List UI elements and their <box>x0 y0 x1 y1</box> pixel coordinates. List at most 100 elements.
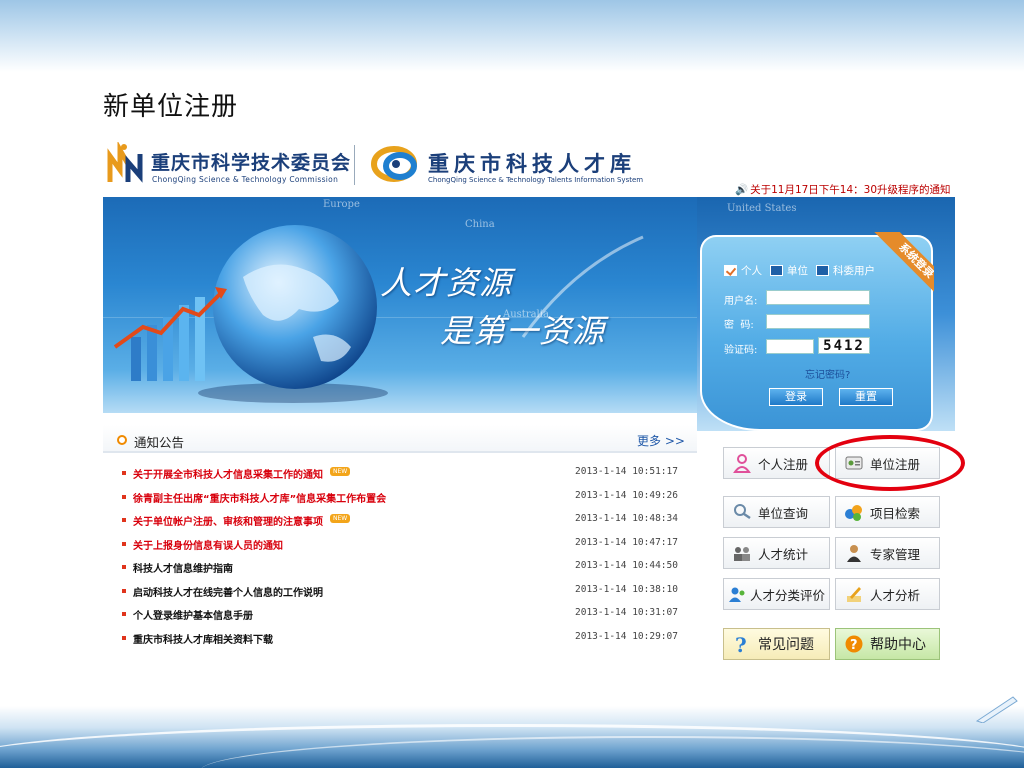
password-label: 密 码: <box>724 320 754 331</box>
notice-item-date: 2013-1-14 10:51:17 <box>575 466 678 477</box>
captcha-label: 验证码: <box>724 345 758 356</box>
talent-analysis-button[interactable]: 人才分析 <box>835 578 940 610</box>
map-label-europe: Europe <box>323 199 360 210</box>
captcha-input[interactable] <box>766 339 814 354</box>
slide-title: 新单位注册 <box>103 92 239 122</box>
password-input[interactable] <box>766 314 870 329</box>
user-type-options: 个人 单位 科委用户 <box>724 263 883 278</box>
expert-manage-button[interactable]: 专家管理 <box>835 537 940 569</box>
login-button[interactable]: 登录 <box>769 388 823 406</box>
question-icon: ? <box>732 633 752 657</box>
commission-name: 重庆市科学技术委员会 <box>151 152 352 174</box>
reset-button[interactable]: 重置 <box>839 388 893 406</box>
commission-logo-icon <box>107 142 143 183</box>
notice-item-date: 2013-1-14 10:44:50 <box>575 560 678 571</box>
commission-name-en: ChongQing Science & Technology Commissio… <box>152 175 339 184</box>
notice-item-date: 2013-1-14 10:29:07 <box>575 630 678 642</box>
talent-db-logo: 重庆市科技人才库 ChongQing Science & Technology … <box>370 142 644 188</box>
notice-item-title[interactable]: 重庆市科技人才库相关资料下载 <box>133 631 273 646</box>
svg-text:?: ? <box>735 634 747 654</box>
cubes-icon <box>844 502 864 522</box>
new-badge: NEW <box>330 467 351 476</box>
notice-item-title[interactable]: 个人登录维护基本信息手册 <box>133 607 253 622</box>
personal-register-label: 个人注册 <box>758 456 809 472</box>
highlight-ellipse <box>815 435 965 491</box>
banner: Europe China Australia <box>103 197 697 413</box>
notice-item[interactable]: 徐青副主任出席“重庆市科技人才库”信息采集工作布置会 2013-1-14 10:4… <box>117 489 678 513</box>
notice-panel: 通知公告 更多 >> 关于开展全市科技人才信息采集工作的通知 NEW 2013-1-… <box>103 425 697 655</box>
notice-title: 通知公告 <box>134 435 185 450</box>
checkbox-commission-user[interactable] <box>816 265 829 276</box>
notice-item[interactable]: 启动科技人才在线完善个人信息的工作说明 2013-1-14 10:38:10 <box>117 583 678 607</box>
pen-icon <box>975 696 1018 723</box>
upgrade-notice-link[interactable]: 🔊 关于11月17日下午14：30升级程序的通知 <box>735 182 951 197</box>
notice-item[interactable]: 关于单位帐户注册、审核和管理的注意事项 NEW 2013-1-14 10:48:34 <box>117 512 678 536</box>
notice-item[interactable]: 关于开展全市科技人才信息采集工作的通知 NEW 2013-1-14 10:51:17 <box>117 465 678 489</box>
talent-db-logo-icon <box>371 146 417 182</box>
svg-text:?: ? <box>850 638 858 653</box>
talent-analysis-label: 人才分析 <box>870 587 921 603</box>
talent-db-name-en: ChongQing Science & Technology Talents I… <box>428 176 644 184</box>
speaker-icon: 🔊 <box>735 184 749 196</box>
captcha-image[interactable]: 5412 <box>818 337 870 354</box>
username-input[interactable] <box>766 290 870 305</box>
commission-logo: 重庆市科学技术委员会 ChongQing Science & Technolog… <box>106 142 350 188</box>
notice-item-date: 2013-1-14 10:38:10 <box>575 583 678 595</box>
help-center-label: 帮助中心 <box>870 637 926 653</box>
help-icon: ? <box>844 634 864 654</box>
person-icon <box>732 453 752 473</box>
notice-more-link[interactable]: 更多 >> <box>637 432 685 449</box>
notice-item[interactable]: 个人登录维护基本信息手册 2013-1-14 10:31:07 <box>117 606 678 630</box>
magnifier-icon <box>732 502 752 522</box>
notice-item-title[interactable]: 科技人才信息维护指南 <box>133 560 233 575</box>
map-label-china: China <box>465 219 495 230</box>
notice-item-title[interactable]: 关于开展全市科技人才信息采集工作的通知 <box>133 466 323 481</box>
option-unit[interactable]: 单位 <box>770 263 808 278</box>
option-commission-user[interactable]: 科委用户 <box>816 263 875 278</box>
notice-item[interactable]: 科技人才信息维护指南 2013-1-14 10:44:50 <box>117 559 678 583</box>
talent-stats-label: 人才统计 <box>758 546 809 562</box>
new-badge: NEW <box>330 514 351 523</box>
faq-button[interactable]: ? 常见问题 <box>723 628 830 660</box>
notice-item-date: 2013-1-14 10:47:17 <box>575 536 678 548</box>
captcha-row: 验证码: <box>724 339 814 356</box>
project-search-button[interactable]: 项目检索 <box>835 496 940 528</box>
banner-slogan-line2: 是第一资源 <box>440 312 606 350</box>
notice-item-title[interactable]: 徐青副主任出席“重庆市科技人才库”信息采集工作布置会 <box>133 490 386 505</box>
username-row: 用户名: <box>724 290 870 307</box>
checkbox-unit[interactable] <box>770 265 783 276</box>
expert-icon <box>844 543 864 563</box>
notice-header: 通知公告 更多 >> <box>103 425 697 453</box>
globe-illustration <box>113 225 644 403</box>
notice-bullet-icon <box>117 435 127 445</box>
personal-register-button[interactable]: 个人注册 <box>723 447 830 479</box>
login-ribbon-label: 系统登录 <box>874 232 934 294</box>
slide-bottom-band <box>0 706 1024 768</box>
option-personal[interactable]: 个人 <box>724 263 762 278</box>
notice-item-date: 2013-1-14 10:48:34 <box>575 513 678 524</box>
slide-top-band <box>0 0 1024 72</box>
talent-db-name: 重庆市科技人才库 <box>428 152 636 176</box>
notice-item-date: 2013-1-14 10:31:07 <box>575 607 678 618</box>
help-center-button[interactable]: ? 帮助中心 <box>835 628 940 660</box>
banner-slogan-line1: 人才资源 <box>380 264 513 302</box>
faq-label: 常见问题 <box>758 637 814 653</box>
users-icon <box>728 584 748 604</box>
logo-divider <box>354 145 355 185</box>
talent-stats-button[interactable]: 人才统计 <box>723 537 830 569</box>
username-label: 用户名: <box>724 296 758 307</box>
expert-manage-label: 专家管理 <box>870 546 921 562</box>
notice-item-title[interactable]: 关于单位帐户注册、审核和管理的注意事项 <box>133 513 323 528</box>
notice-item[interactable]: 关于上报身份信息有误人员的通知 2013-1-14 10:47:17 <box>117 536 678 560</box>
password-row: 密 码: <box>724 314 870 331</box>
notice-item[interactable]: 重庆市科技人才库相关资料下载 2013-1-14 10:29:07 <box>117 630 678 654</box>
notice-item-title[interactable]: 关于上报身份信息有误人员的通知 <box>133 537 283 552</box>
forgot-password-link[interactable]: 忘记密码? <box>805 366 850 381</box>
notice-item-title[interactable]: 启动科技人才在线完善个人信息的工作说明 <box>133 584 323 599</box>
talent-classify-button[interactable]: 人才分类评价 <box>723 578 830 610</box>
group-icon <box>732 543 752 563</box>
pencil-icon <box>844 584 864 604</box>
unit-query-button[interactable]: 单位查询 <box>723 496 830 528</box>
upgrade-notice-text: 关于11月17日下午14：30升级程序的通知 <box>750 184 951 196</box>
checkbox-personal[interactable] <box>724 265 737 276</box>
